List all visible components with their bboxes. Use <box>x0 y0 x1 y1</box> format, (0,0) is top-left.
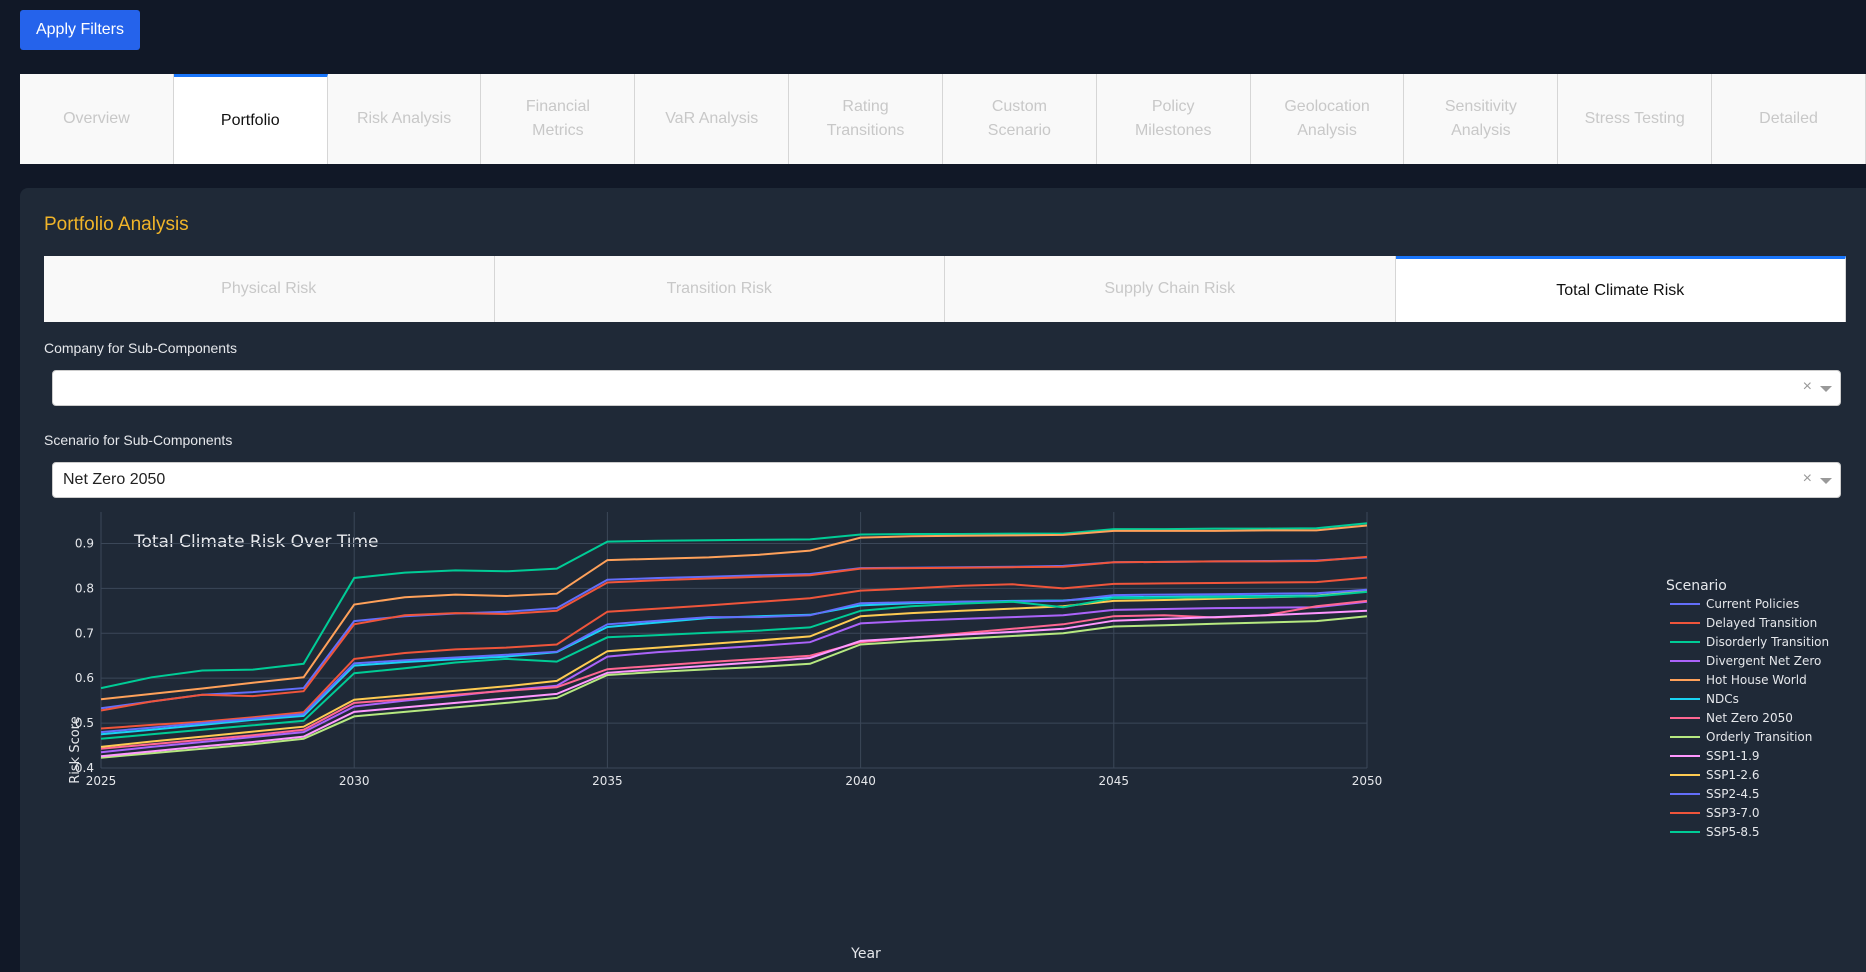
x-axis-label: Year <box>850 946 881 962</box>
legend-label: SSP1-2.6 <box>1706 768 1760 782</box>
x-tick-label: 2040 <box>845 774 876 788</box>
legend-label: Hot House World <box>1706 673 1807 687</box>
legend-item[interactable]: Net Zero 2050 <box>1670 711 1793 725</box>
apply-filters-button[interactable]: Apply Filters <box>20 10 140 50</box>
legend-item[interactable]: Current Policies <box>1670 597 1799 611</box>
y-tick-label: 0.7 <box>75 626 94 640</box>
legend-label: Divergent Net Zero <box>1706 654 1821 668</box>
chart-title: Total Climate Risk Over Time <box>133 532 378 552</box>
total-climate-risk-chart[interactable]: Total Climate Risk Over Time 0.40.50.60.… <box>20 188 1866 972</box>
tab-policy-milestones[interactable]: Policy Milestones <box>1096 74 1251 164</box>
legend-label: Disorderly Transition <box>1706 635 1829 649</box>
tab-risk-analysis[interactable]: Risk Analysis <box>327 74 482 164</box>
legend-title: Scenario <box>1666 578 1727 594</box>
legend-item[interactable]: SSP3-7.0 <box>1670 806 1760 820</box>
legend-label: NDCs <box>1706 692 1739 706</box>
legend-label: SSP2-4.5 <box>1706 787 1760 801</box>
portfolio-panel: Portfolio Analysis Physical Risk Transit… <box>20 188 1866 972</box>
legend-label: Delayed Transition <box>1706 616 1817 630</box>
legend-item[interactable]: SSP1-2.6 <box>1670 768 1760 782</box>
series-line-ssp1-2-6[interactable] <box>100 590 1368 748</box>
y-tick-label: 0.6 <box>75 671 94 685</box>
legend-label: SSP5-8.5 <box>1706 825 1760 839</box>
legend-item[interactable]: SSP2-4.5 <box>1670 787 1760 801</box>
legend-label: SSP1-1.9 <box>1706 749 1760 763</box>
tab-sensitivity-analysis[interactable]: Sensitivity Analysis <box>1404 74 1559 164</box>
tab-financial-metrics[interactable]: Financial Metrics <box>481 74 636 164</box>
main-tab-bar: Overview Portfolio Risk Analysis Financi… <box>20 74 1866 164</box>
tab-custom-scenario[interactable]: Custom Scenario <box>942 74 1097 164</box>
legend-item[interactable]: SSP1-1.9 <box>1670 749 1760 763</box>
legend-item[interactable]: Disorderly Transition <box>1670 635 1829 649</box>
y-tick-label: 0.8 <box>75 581 94 595</box>
x-tick-label: 2045 <box>1099 774 1130 788</box>
y-axis-label: Risk Score <box>68 716 83 784</box>
series-line-orderly-transition[interactable] <box>100 615 1368 759</box>
legend-item[interactable]: Divergent Net Zero <box>1670 654 1821 668</box>
tab-detailed[interactable]: Detailed <box>1712 74 1866 164</box>
y-tick-label: 0.9 <box>75 536 94 550</box>
tab-stress-testing[interactable]: Stress Testing <box>1558 74 1713 164</box>
tab-rating-transitions[interactable]: Rating Transitions <box>789 74 943 164</box>
legend-item[interactable]: Orderly Transition <box>1670 730 1812 744</box>
series-line-net-zero-2050[interactable] <box>100 599 1368 750</box>
tab-overview[interactable]: Overview <box>20 74 174 164</box>
legend-label: SSP3-7.0 <box>1706 806 1760 820</box>
x-tick-label: 2030 <box>339 774 370 788</box>
tab-var-analysis[interactable]: VaR Analysis <box>635 74 790 164</box>
legend-item[interactable]: Hot House World <box>1670 673 1807 687</box>
legend-label: Net Zero 2050 <box>1706 711 1793 725</box>
tab-portfolio[interactable]: Portfolio <box>173 74 328 164</box>
legend-item[interactable]: SSP5-8.5 <box>1670 825 1760 839</box>
legend-label: Current Policies <box>1706 597 1799 611</box>
x-tick-label: 2050 <box>1352 774 1383 788</box>
legend-label: Orderly Transition <box>1706 730 1812 744</box>
legend-item[interactable]: NDCs <box>1670 692 1739 706</box>
tab-geolocation-analysis[interactable]: Geolocation Analysis <box>1250 74 1405 164</box>
x-tick-label: 2035 <box>592 774 623 788</box>
x-tick-label: 2025 <box>86 774 117 788</box>
legend-item[interactable]: Delayed Transition <box>1670 616 1817 630</box>
